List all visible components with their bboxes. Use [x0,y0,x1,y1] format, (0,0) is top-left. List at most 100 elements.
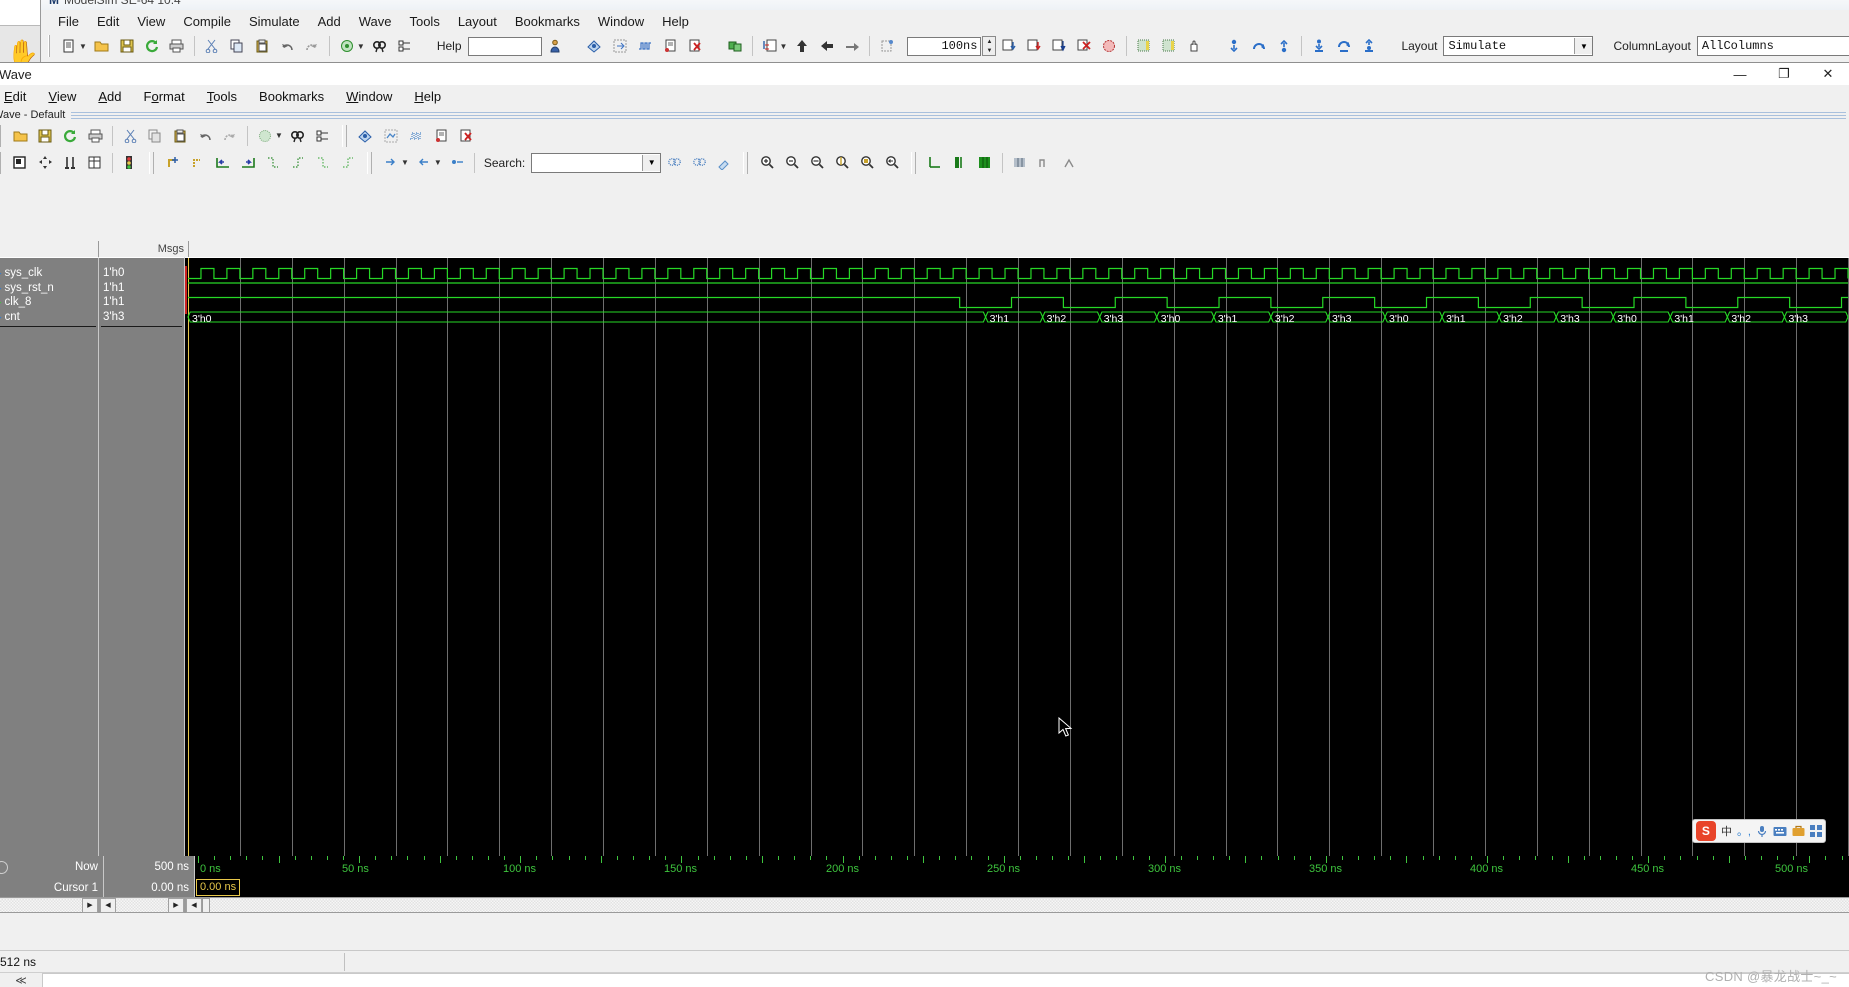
group-icon[interactable] [723,34,747,58]
grid-icon[interactable] [83,151,107,175]
toolbox-icon[interactable] [1792,825,1805,837]
toolbar-grip[interactable] [367,151,372,174]
cut-icon[interactable] [118,124,142,148]
wave-menu-view[interactable]: View [37,86,87,107]
simulate-icon[interactable] [253,124,277,148]
undo-icon[interactable] [275,34,299,58]
ime-punctuation-icon[interactable]: 。, [1737,823,1751,839]
cursor-icon[interactable] [58,151,82,175]
chevron-down-icon[interactable]: ▼ [434,158,442,167]
scrollbar-track[interactable] [116,898,168,912]
find-icon[interactable] [286,124,310,148]
restart-sim-icon[interactable] [1132,34,1156,58]
zoom-last-icon[interactable] [880,151,904,175]
breakpoint-icon[interactable] [875,34,899,58]
menu-add[interactable]: Add [309,12,350,31]
dataset-icon[interactable] [404,124,428,148]
new-file-dropdown-icon[interactable]: ▼ [79,42,87,51]
expand-arrow-icon[interactable]: ▸ [0,281,2,296]
apps-icon[interactable] [1810,825,1822,837]
expand-arrow-icon[interactable]: ▸ [0,266,2,281]
zoom-pan-icon[interactable] [33,151,57,175]
find-any-icon[interactable] [311,151,335,175]
step-over2-icon[interactable] [1247,34,1271,58]
traffic-light-icon[interactable] [118,151,142,175]
next-edge-icon[interactable] [236,151,260,175]
redo-icon[interactable] [218,124,242,148]
add-wave-icon[interactable] [354,124,378,148]
step-dropdown-icon[interactable]: ▼ [780,42,788,51]
toolbar-grip[interactable] [911,151,917,174]
scrollbar-thumb[interactable] [202,897,210,913]
step-instr-icon[interactable] [1307,34,1331,58]
wave-compare-icon[interactable] [379,124,403,148]
cursor-time-badge[interactable]: 0.00 ns [196,879,241,896]
search-input-wrapper[interactable]: ▼ [531,152,662,173]
over-instr-icon[interactable] [1332,34,1356,58]
toolbar-grip[interactable] [743,151,749,174]
cursor-track[interactable]: 0.00 ns [195,878,1849,897]
menu-edit[interactable]: Edit [88,12,128,31]
find-icon[interactable] [368,34,392,58]
save-icon[interactable] [33,124,57,148]
signal-row-sys_rst_n[interactable]: ▸ sys_rst_n [0,281,98,296]
waveform-canvas[interactable]: 3'h0 3'h1 3'h2 3'h3 3'h0 3'h1 3'h2 3'h3 3'h0 3'h1… [185,257,1849,856]
menu-layout[interactable]: Layout [449,12,506,31]
simulate-icon[interactable] [583,34,607,58]
chevron-down-icon[interactable]: ▼ [1574,38,1593,54]
step-back-icon[interactable] [815,34,839,58]
chevron-down-icon[interactable]: ▼ [401,158,409,167]
step-out-icon[interactable] [1272,34,1296,58]
find-rising-icon[interactable] [286,151,310,175]
values-hscrollbar[interactable]: ◀ ▶ [99,897,185,913]
copy-icon[interactable] [225,34,249,58]
wave-menu-help[interactable]: Help [403,86,452,107]
ime-toolbar[interactable]: S 中 。, [1691,819,1826,843]
delete-wave-icon[interactable] [454,124,478,148]
structure-icon[interactable] [393,34,417,58]
wave-log-icon[interactable] [429,124,453,148]
taskbar-collapse-icon[interactable]: ≪ [0,973,42,987]
toolbar-grip[interactable] [48,35,50,57]
signal-row-cnt[interactable]: ▸ cnt [0,310,98,325]
prev-edge-icon[interactable] [211,151,235,175]
zoom-cursor-icon[interactable] [830,151,854,175]
search-input[interactable] [532,155,643,170]
wave-hscrollbar[interactable]: ◀ [185,897,1849,913]
zoom-out-icon[interactable] [780,151,804,175]
redo-icon[interactable] [300,34,324,58]
close-window-icon[interactable]: ✕ [1806,64,1849,85]
columnlayout-select[interactable]: AllColumns ▼ [1696,36,1849,56]
step-icon[interactable] [1222,34,1246,58]
run-length-spinner[interactable]: ▲ ▼ [982,36,997,56]
sogou-logo-icon[interactable]: S [1695,821,1716,841]
minimize-icon[interactable]: — [1718,64,1762,85]
wave-mode2-icon[interactable] [948,151,972,175]
toolbar-grip[interactable] [0,151,1,174]
waveform-icon[interactable] [633,34,657,58]
toolbar-grip[interactable] [149,151,154,174]
wave-menu-edit[interactable]: EEditdit [0,86,37,107]
run-icon[interactable] [997,34,1021,58]
reload-icon[interactable] [140,34,164,58]
wave-menu-format[interactable]: Format [133,86,196,107]
help-person-icon[interactable] [543,34,567,58]
names-hscrollbar[interactable]: ▶ [0,897,99,913]
help-input[interactable] [467,36,542,56]
wave-menu-window[interactable]: Window [335,86,403,107]
print-icon[interactable] [165,34,189,58]
expand-arrow-icon[interactable]: ▸ [0,310,2,325]
toolbar-grip[interactable] [341,124,347,147]
time-ruler[interactable]: 0 ns 50 ns 100 ns 150 ns 200 ns 250 ns 300 ns 3… [195,856,1849,878]
toolbar-grip[interactable] [0,124,1,147]
spinner-down-icon[interactable]: ▼ [983,46,995,55]
out-instr-icon[interactable] [1357,34,1381,58]
open-folder-icon[interactable] [90,34,114,58]
step-over-icon[interactable] [840,34,864,58]
step-up-icon[interactable] [790,34,814,58]
search-options-icon[interactable] [712,151,736,175]
zoom-range-icon[interactable] [855,151,879,175]
wave-mode4-icon[interactable] [1008,151,1032,175]
keyboard-icon[interactable] [1773,826,1787,837]
wave-menu-bookmarks[interactable]: Bookmarks [248,86,335,107]
